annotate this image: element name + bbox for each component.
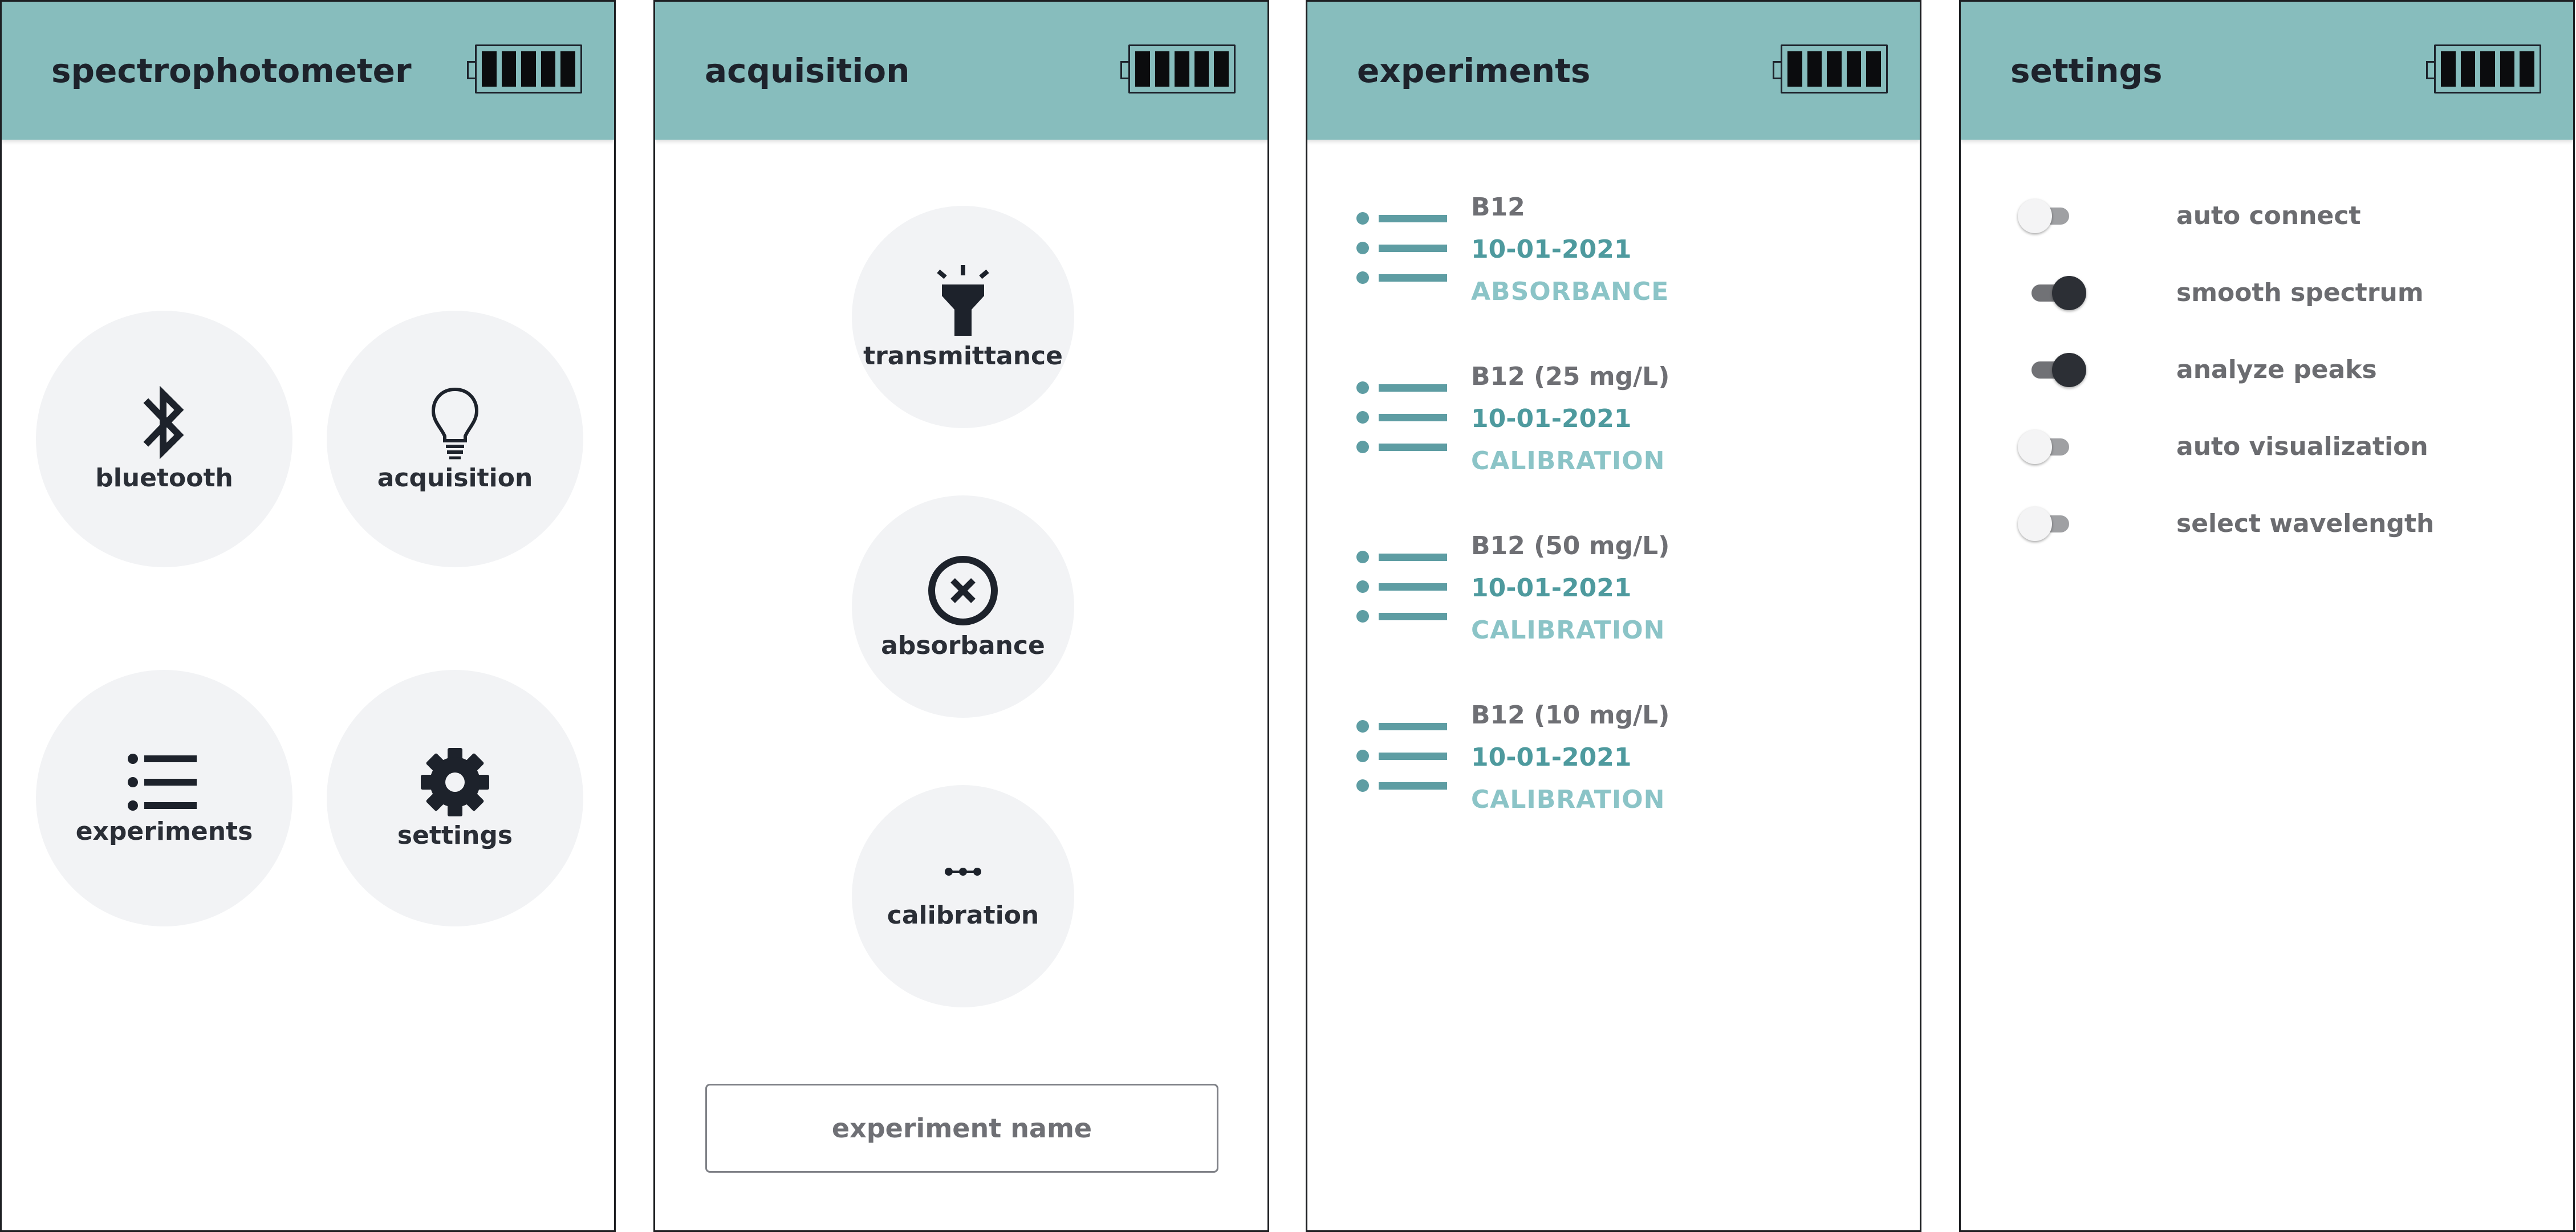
experiment-list-item[interactable]: B12 (50 mg/L) 10-01-2021 CALIBRATION bbox=[1356, 531, 1869, 662]
setting-row-select-wavelength: select wavelength bbox=[2018, 501, 2531, 547]
select-wavelength-toggle[interactable] bbox=[2018, 507, 2086, 541]
list-icon bbox=[1356, 720, 1447, 792]
battery-icon bbox=[467, 44, 582, 93]
list-icon bbox=[128, 753, 197, 811]
auto-visualization-toggle[interactable] bbox=[2018, 430, 2086, 464]
experiment-name: B12 (25 mg/L) bbox=[1471, 362, 1670, 391]
experiment-name: B12 bbox=[1471, 193, 1525, 222]
page-title: experiments bbox=[1357, 51, 1591, 90]
tile-label: bluetooth bbox=[95, 463, 233, 493]
experiment-name-input[interactable]: experiment name bbox=[705, 1084, 1218, 1173]
experiment-list-item[interactable]: B12 (25 mg/L) 10-01-2021 CALIBRATION bbox=[1356, 362, 1869, 493]
page-title: acquisition bbox=[705, 51, 910, 90]
experiment-date: 10-01-2021 bbox=[1471, 235, 1632, 264]
experiment-name: B12 (10 mg/L) bbox=[1471, 701, 1670, 730]
circle-x-icon bbox=[928, 555, 998, 625]
setting-label: smooth spectrum bbox=[2176, 278, 2424, 307]
dots-line-icon bbox=[945, 867, 981, 876]
page-title: settings bbox=[2010, 51, 2163, 90]
app-header: experiments bbox=[1307, 2, 1920, 140]
mode-label: absorbance bbox=[881, 631, 1045, 660]
gear-icon bbox=[421, 747, 489, 816]
experiment-type: CALIBRATION bbox=[1471, 446, 1665, 475]
smooth-spectrum-toggle[interactable] bbox=[2018, 276, 2086, 310]
list-icon bbox=[1356, 212, 1447, 284]
analyze-peaks-toggle[interactable] bbox=[2018, 353, 2086, 387]
transmittance-button[interactable]: transmittance bbox=[852, 206, 1074, 428]
setting-label: analyze peaks bbox=[2176, 355, 2377, 384]
app-header: spectrophotometer bbox=[2, 2, 614, 140]
experiments-screen: experiments B12 10-01-2021 ABSORBANCE B1… bbox=[1306, 0, 1921, 1232]
setting-label: auto visualization bbox=[2176, 432, 2428, 461]
list-icon bbox=[1356, 381, 1447, 453]
lightbulb-icon bbox=[431, 387, 479, 459]
tile-label: settings bbox=[397, 820, 513, 850]
experiment-name: B12 (50 mg/L) bbox=[1471, 531, 1670, 560]
experiment-type: ABSORBANCE bbox=[1471, 277, 1669, 306]
acquisition-screen: acquisition transmittance absorbance cal… bbox=[653, 0, 1269, 1232]
experiments-tile[interactable]: experiments bbox=[36, 670, 292, 926]
page-title: spectrophotometer bbox=[51, 51, 412, 90]
bluetooth-tile[interactable]: bluetooth bbox=[36, 311, 292, 567]
battery-icon bbox=[2426, 44, 2541, 93]
mode-label: calibration bbox=[887, 900, 1039, 930]
battery-icon bbox=[1773, 44, 1888, 93]
experiment-date: 10-01-2021 bbox=[1471, 404, 1632, 433]
list-icon bbox=[1356, 551, 1447, 623]
app-header: settings bbox=[1961, 2, 2573, 140]
battery-icon bbox=[1120, 44, 1236, 93]
settings-tile[interactable]: settings bbox=[327, 670, 583, 926]
setting-row-smooth-spectrum: smooth spectrum bbox=[2018, 270, 2531, 316]
absorbance-button[interactable]: absorbance bbox=[852, 495, 1074, 718]
acquisition-tile[interactable]: acquisition bbox=[327, 311, 583, 567]
home-screen: spectrophotometer bluetooth acquisition bbox=[0, 0, 616, 1232]
settings-screen: settings auto connect smooth spectrum an… bbox=[1959, 0, 2575, 1232]
calibration-button[interactable]: calibration bbox=[852, 785, 1074, 1007]
experiment-type: CALIBRATION bbox=[1471, 785, 1665, 814]
tile-label: experiments bbox=[75, 816, 253, 846]
experiment-date: 10-01-2021 bbox=[1471, 574, 1632, 603]
flashlight-icon bbox=[937, 265, 989, 336]
auto-connect-toggle[interactable] bbox=[2018, 199, 2086, 233]
setting-label: select wavelength bbox=[2176, 509, 2435, 538]
setting-row-analyze-peaks: analyze peaks bbox=[2018, 347, 2531, 393]
experiment-list-item[interactable]: B12 (10 mg/L) 10-01-2021 CALIBRATION bbox=[1356, 701, 1869, 832]
experiment-type: CALIBRATION bbox=[1471, 616, 1665, 645]
app-header: acquisition bbox=[655, 2, 1267, 140]
setting-row-auto-connect: auto connect bbox=[2018, 193, 2531, 239]
setting-label: auto connect bbox=[2176, 201, 2361, 230]
mode-label: transmittance bbox=[863, 341, 1063, 371]
tile-label: acquisition bbox=[377, 463, 533, 493]
bluetooth-icon bbox=[143, 385, 184, 459]
experiment-list-item[interactable]: B12 10-01-2021 ABSORBANCE bbox=[1356, 193, 1869, 324]
experiment-date: 10-01-2021 bbox=[1471, 743, 1632, 772]
setting-row-auto-visualization: auto visualization bbox=[2018, 424, 2531, 470]
